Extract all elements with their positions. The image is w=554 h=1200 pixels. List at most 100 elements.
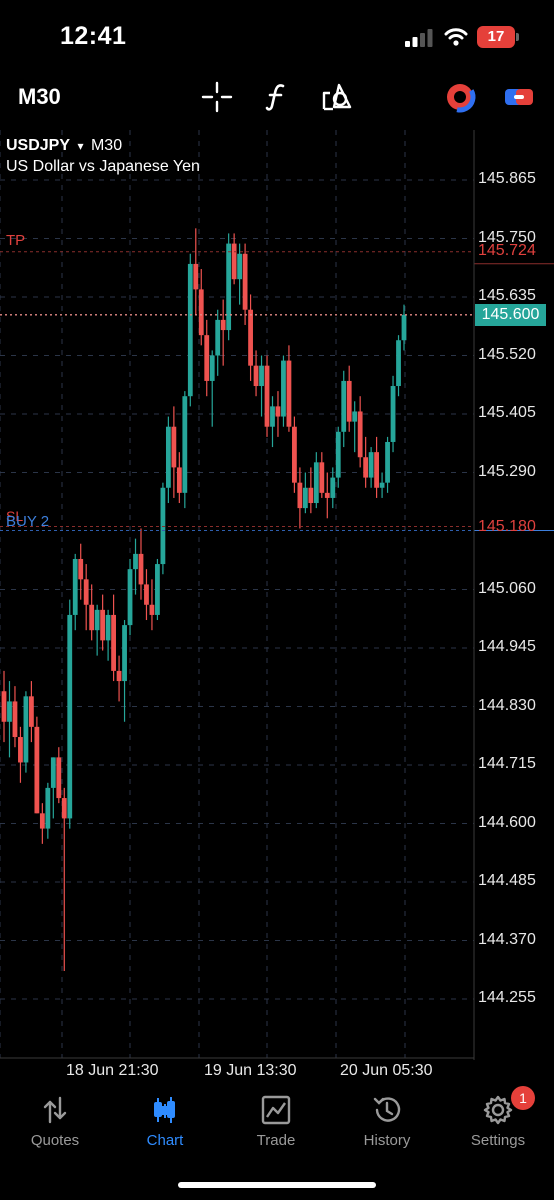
candle-body (56, 757, 62, 799)
candle-body (171, 426, 177, 468)
candle-body (220, 319, 226, 331)
chart-icon (154, 1097, 175, 1123)
candle-body (138, 553, 144, 585)
candle (335, 426, 341, 488)
candle (160, 482, 166, 575)
nav-chart[interactable]: Chart (110, 1088, 220, 1158)
candle-body (72, 558, 78, 615)
candle-body (352, 411, 358, 422)
candle-body (144, 584, 149, 605)
nav-settings[interactable]: 1 Settings (443, 1086, 553, 1158)
price-tick-label: 145.520 (478, 345, 536, 363)
candle (39, 803, 45, 844)
symbol-header[interactable]: USDJPY ▾ M30 (6, 137, 122, 155)
candle-body (105, 614, 111, 641)
settings-icon (483, 1095, 513, 1125)
candle (193, 228, 199, 315)
candle (302, 472, 308, 514)
candle (72, 553, 78, 631)
nav-label-settings: Settings (470, 1132, 526, 1149)
candle (78, 543, 84, 600)
buy-price-label: 145.180 (478, 518, 536, 536)
price-tick-label: 145.405 (478, 404, 536, 421)
nav-history[interactable]: History (332, 1088, 442, 1158)
candle (23, 691, 29, 773)
candle-body (401, 314, 407, 341)
price-tick-label: 144.830 (478, 696, 536, 714)
candle-body (12, 701, 18, 738)
chart-grid (0, 130, 475, 1058)
candle-body (193, 263, 199, 290)
candle (259, 355, 264, 417)
objects-icon[interactable] (320, 80, 354, 114)
candle (297, 467, 303, 529)
crosshair-icon[interactable] (200, 80, 234, 114)
candle-body (198, 289, 204, 336)
candle (133, 538, 138, 595)
candle (105, 609, 111, 661)
candle (144, 569, 149, 621)
candle (1, 670, 7, 743)
candle-body (28, 696, 34, 727)
candle-body (127, 569, 133, 626)
candle-body (18, 737, 23, 763)
price-chart[interactable] (0, 130, 554, 1060)
candle (182, 391, 188, 509)
quotes-icon (43, 1096, 67, 1124)
one-click-trading-icon[interactable] (443, 80, 477, 114)
candle (187, 253, 193, 407)
candle-body (379, 482, 385, 488)
candle-body (292, 426, 297, 483)
candle-body (341, 380, 347, 432)
function-icon[interactable] (260, 80, 294, 114)
candle (176, 452, 182, 504)
account-switch-icon[interactable] (502, 80, 536, 114)
candle (357, 396, 363, 468)
candle (61, 787, 67, 972)
timeframe-button[interactable]: M30 (18, 84, 61, 110)
candle (385, 436, 390, 493)
candle (270, 396, 275, 448)
candle (308, 467, 314, 514)
candle-body (50, 757, 56, 788)
symbol-dropdown-arrow: ▾ (77, 139, 84, 153)
candle (50, 757, 56, 819)
price-tick-label: 145.290 (478, 462, 536, 480)
candle (330, 467, 336, 509)
candle-body (374, 452, 380, 488)
candle-body (204, 335, 210, 381)
candle (198, 269, 204, 346)
candle (346, 365, 352, 432)
candle-body (187, 263, 193, 397)
candle-body (215, 319, 221, 356)
price-tick-label: 144.945 (478, 638, 536, 655)
candle-body (23, 696, 29, 763)
status-time: 12:41 (60, 22, 127, 50)
candle (226, 233, 232, 341)
candle-body (83, 579, 89, 605)
candle-body (61, 798, 67, 819)
candle-body (231, 243, 237, 280)
candle-body (160, 487, 166, 565)
nav-trade[interactable]: Trade (221, 1088, 331, 1158)
candle (253, 350, 259, 397)
history-icon (373, 1097, 401, 1122)
candle (319, 452, 325, 498)
candle-body (133, 553, 138, 570)
candle-body (302, 487, 308, 509)
current-price-tag: 145.600 (475, 303, 546, 326)
candle-body (286, 360, 292, 427)
candle (379, 472, 385, 498)
candle (209, 350, 215, 427)
candle (292, 416, 297, 493)
candle-body (165, 426, 171, 488)
candle-body (363, 457, 369, 478)
candle (18, 726, 23, 783)
candle-body (89, 604, 95, 631)
candle (34, 716, 40, 814)
nav-label-history: History (363, 1132, 411, 1149)
settings-notification-badge: 1 (511, 1086, 535, 1110)
price-tick-label: 144.600 (478, 813, 536, 831)
nav-quotes[interactable]: Quotes (0, 1088, 110, 1158)
candle (138, 528, 144, 600)
